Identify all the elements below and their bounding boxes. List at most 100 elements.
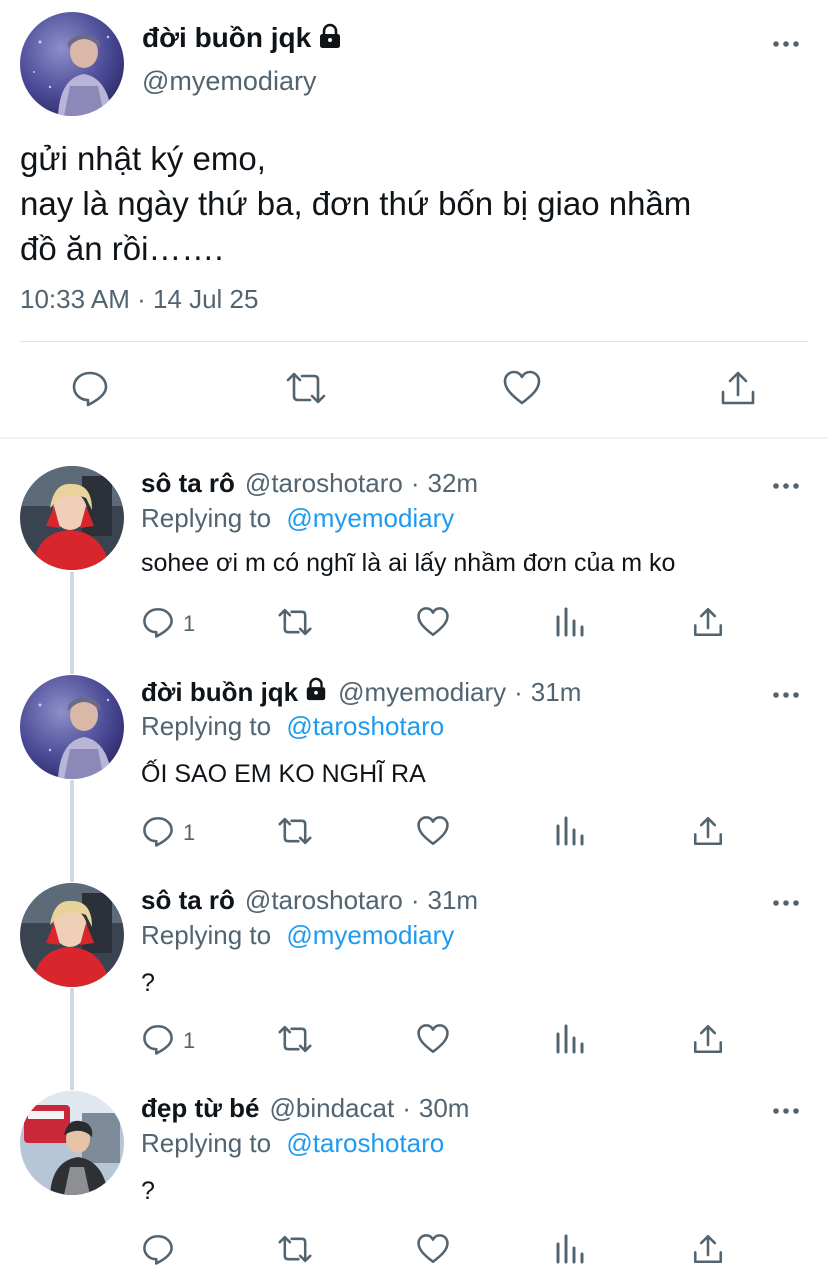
retweet-button[interactable] [276,813,314,853]
reply-header: đời buồn jqk @myemodiary · 31m [141,677,581,708]
reply-actions: 1 [0,813,828,853]
more-options-icon[interactable] [772,687,800,708]
reply-icon [141,1232,175,1271]
separator-dot: · [402,1093,411,1123]
analytics-icon [555,1232,585,1271]
analytics-icon [555,605,585,644]
reply-button[interactable] [141,1231,183,1271]
retweet-button[interactable] [276,1231,314,1271]
reply-text: ? [141,969,155,997]
replying-to: Replying to @myemodiary [141,503,454,534]
reply-timestamp[interactable]: 31m [428,885,479,916]
author-handle[interactable]: @bindacat [270,1093,395,1124]
retweet-icon [276,1232,314,1271]
share-button[interactable] [691,604,725,644]
separator-dot: · [410,885,420,915]
avatar[interactable] [20,466,124,570]
tweet-actions [0,360,828,420]
analytics-icon [555,814,585,853]
like-button[interactable] [416,604,450,644]
reply-icon [141,1022,175,1061]
lock-icon [317,23,343,54]
reply-timestamp[interactable]: 31m [531,677,582,708]
reply-icon [70,368,110,413]
share-button[interactable] [708,360,768,420]
avatar[interactable] [20,12,124,116]
author-name[interactable]: đời buồn jqk [141,677,298,708]
share-icon [691,605,725,644]
more-options-icon[interactable] [772,895,800,916]
author-name[interactable]: sô ta rô [141,468,235,499]
retweet-button[interactable] [276,1021,314,1061]
share-button[interactable] [691,1021,725,1061]
reply-tweet[interactable]: đời buồn jqk @myemodiary · 31m Replying … [0,675,828,865]
separator-dot: · [410,468,420,498]
analytics-button[interactable] [555,1231,585,1271]
author-handle[interactable]: @taroshotaro [245,885,403,916]
reply-icon [141,605,175,644]
reply-tweet[interactable]: sô ta rô @taroshotaro · 32m Replying to … [0,466,828,656]
share-icon [718,368,758,413]
more-options-icon[interactable] [772,36,800,57]
lock-icon [304,677,328,708]
reply-button[interactable]: 1 [141,604,195,644]
like-button[interactable] [416,1231,450,1271]
author-row: đời buồn jqk [142,22,343,54]
author-name[interactable]: đẹp từ bé [141,1093,260,1124]
tweet-text-line: gửi nhật ký emo, [20,140,266,177]
replying-to-link[interactable]: @myemodiary [286,920,454,950]
share-button[interactable] [691,813,725,853]
analytics-icon [555,1022,585,1061]
reply-header: sô ta rô @taroshotaro · 32m [141,468,478,499]
reply-header: đẹp từ bé @bindacat · 30m [141,1093,469,1124]
avatar[interactable] [20,883,124,987]
more-options-icon[interactable] [772,478,800,499]
retweet-icon [276,605,314,644]
analytics-button[interactable] [555,1021,585,1061]
main-tweet: đời buồn jqk @myemodiary gửi nhật ký emo… [0,0,828,438]
author-handle[interactable]: @taroshotaro [245,468,403,499]
reply-icon [141,814,175,853]
like-button[interactable] [416,813,450,853]
replying-to-link[interactable]: @taroshotaro [286,1128,444,1158]
avatar[interactable] [20,675,124,779]
author-name[interactable]: sô ta rô [141,885,235,916]
retweet-button[interactable] [276,604,314,644]
reply-button[interactable]: 1 [141,1021,195,1061]
reply-button[interactable]: 1 [141,813,195,853]
replying-to-link[interactable]: @myemodiary [286,503,454,533]
retweet-icon [284,368,328,413]
reply-tweet[interactable]: đẹp từ bé @bindacat · 30m Replying to @t… [0,1091,828,1275]
separator-dot: · [514,677,523,707]
author-handle[interactable]: @myemodiary [338,677,506,708]
retweet-button[interactable] [276,360,336,420]
like-icon [416,814,450,853]
reply-count: 1 [183,820,196,845]
analytics-button[interactable] [555,813,585,853]
tweet-timestamp[interactable]: 10:33 AM · 14 Jul 25 [20,284,258,315]
more-options-icon[interactable] [772,1103,800,1124]
share-icon [691,814,725,853]
reply-timestamp[interactable]: 32m [428,468,479,499]
analytics-button[interactable] [555,604,585,644]
reply-button[interactable] [60,360,120,420]
share-icon [691,1022,725,1061]
reply-tweet[interactable]: sô ta rô @taroshotaro · 31m Replying to … [0,883,828,1073]
reply-actions: 1 [0,604,828,644]
replying-to-link[interactable]: @taroshotaro [286,711,444,741]
reply-header: sô ta rô @taroshotaro · 31m [141,885,478,916]
author-handle[interactable]: @myemodiary [142,66,316,97]
share-button[interactable] [691,1231,725,1271]
reply-actions [0,1231,828,1271]
avatar[interactable] [20,1091,124,1195]
like-button[interactable] [416,1021,450,1061]
reply-timestamp[interactable]: 30m [419,1093,470,1124]
replying-to-label: Replying to [141,503,272,533]
reply-text: ỐI SAO EM KO NGHĨ RA [141,760,426,788]
divider [20,341,808,342]
replying-to-label: Replying to [141,711,272,741]
like-button[interactable] [492,360,552,420]
reply-actions: 1 [0,1021,828,1061]
tweet-text-line: nay là ngày thứ ba, đơn thứ bốn bị giao … [20,185,692,222]
author-name[interactable]: đời buồn jqk [142,22,311,54]
